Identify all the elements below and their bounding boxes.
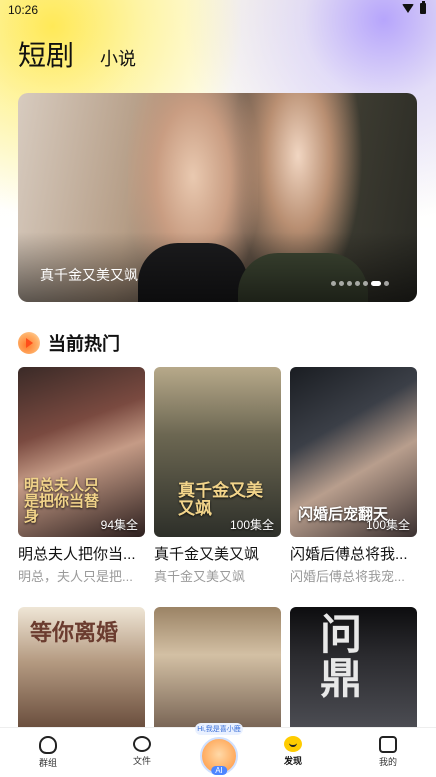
pagination-dot[interactable] (347, 281, 352, 286)
discover-icon (284, 736, 302, 752)
nav-item-group[interactable]: 群组 (18, 736, 78, 769)
pagination-dot[interactable] (339, 281, 344, 286)
card-desc: 明总，夫人只是把... (18, 569, 133, 584)
tab-short-drama[interactable]: 短剧 (18, 34, 74, 74)
tab-novel[interactable]: 小说 (100, 45, 136, 74)
pagination-dot[interactable] (384, 281, 389, 286)
cover-title-art: 等你离婚 (30, 620, 119, 646)
drama-cover[interactable]: 闪婚后宠翻天 100集全 (290, 367, 417, 537)
section-title: 当前热门 (48, 334, 120, 354)
group-icon (39, 736, 57, 754)
cover-title-art: 真千金又美又飒 (178, 481, 263, 520)
drama-card[interactable]: 问鼎 (290, 607, 417, 727)
drama-card[interactable]: 真千金又美又飒 100集全 真千金又美又飒 真千金又美又飒 (154, 367, 281, 585)
ai-label: AI (211, 766, 227, 775)
nav-label: 发现 (283, 756, 302, 766)
me-icon (379, 736, 397, 753)
top-tabs: 短剧 小说 (18, 34, 136, 74)
pagination-dot[interactable] (355, 281, 360, 286)
battery-icon (420, 1, 426, 14)
banner-title: 真千金又美又飒 (40, 267, 138, 283)
pagination-dot-active[interactable] (371, 281, 381, 286)
drama-cover[interactable] (154, 607, 281, 727)
section-header: 当前热门 (18, 330, 120, 356)
card-title: 明总夫人把你当... (18, 546, 136, 563)
ai-assistant-button[interactable]: Hi,我是喜小鹿 AI (191, 718, 247, 775)
drama-card[interactable]: 明总夫人只是把你当替身 94集全 明总夫人把你当... 明总，夫人只是把... (18, 367, 145, 585)
status-time: 10:26 (8, 3, 39, 17)
drama-cover[interactable]: 问鼎 (290, 607, 417, 727)
pagination-dot[interactable] (363, 281, 368, 286)
nav-label: 文件 (132, 756, 151, 766)
drama-card[interactable] (154, 607, 281, 727)
drama-cover[interactable]: 真千金又美又飒 100集全 (154, 367, 281, 537)
banner-pagination (331, 281, 389, 286)
drama-card[interactable]: 等你离婚 (18, 607, 145, 727)
card-desc: 闪婚后傅总将我宠... (290, 569, 405, 584)
card-title: 真千金又美又飒 (154, 546, 260, 563)
ai-hint: Hi,我是喜小鹿 (195, 723, 243, 735)
cover-title-art: 问鼎 (320, 610, 363, 704)
nav-item-me[interactable]: 我的 (358, 736, 418, 768)
nav-item-discover[interactable]: 发现 (263, 736, 323, 767)
nav-label: 群组 (38, 758, 57, 768)
fire-icon (18, 332, 40, 354)
card-title: 闪婚后傅总将我... (290, 546, 408, 563)
drama-card[interactable]: 闪婚后宠翻天 100集全 闪婚后傅总将我... 闪婚后傅总将我宠... (290, 367, 417, 585)
ai-avatar-icon: AI (200, 737, 238, 775)
pagination-dot[interactable] (331, 281, 336, 286)
card-desc: 真千金又美又飒 (154, 569, 246, 584)
wifi-icon (402, 4, 414, 13)
status-bar: 10:26 (0, 0, 436, 20)
episode-badge: 94集全 (100, 518, 138, 532)
file-icon (133, 736, 151, 752)
cover-title-art: 明总夫人只是把你当替身 (24, 475, 100, 526)
nav-item-file[interactable]: 文件 (112, 736, 172, 767)
featured-banner[interactable]: 真千金又美又飒 (18, 93, 417, 302)
episode-badge: 100集全 (229, 518, 274, 532)
drama-cover[interactable]: 等你离婚 (18, 607, 145, 727)
nav-label: 我的 (378, 757, 397, 767)
drama-cover[interactable]: 明总夫人只是把你当替身 94集全 (18, 367, 145, 537)
episode-badge: 100集全 (365, 518, 410, 532)
status-icons (402, 1, 426, 14)
